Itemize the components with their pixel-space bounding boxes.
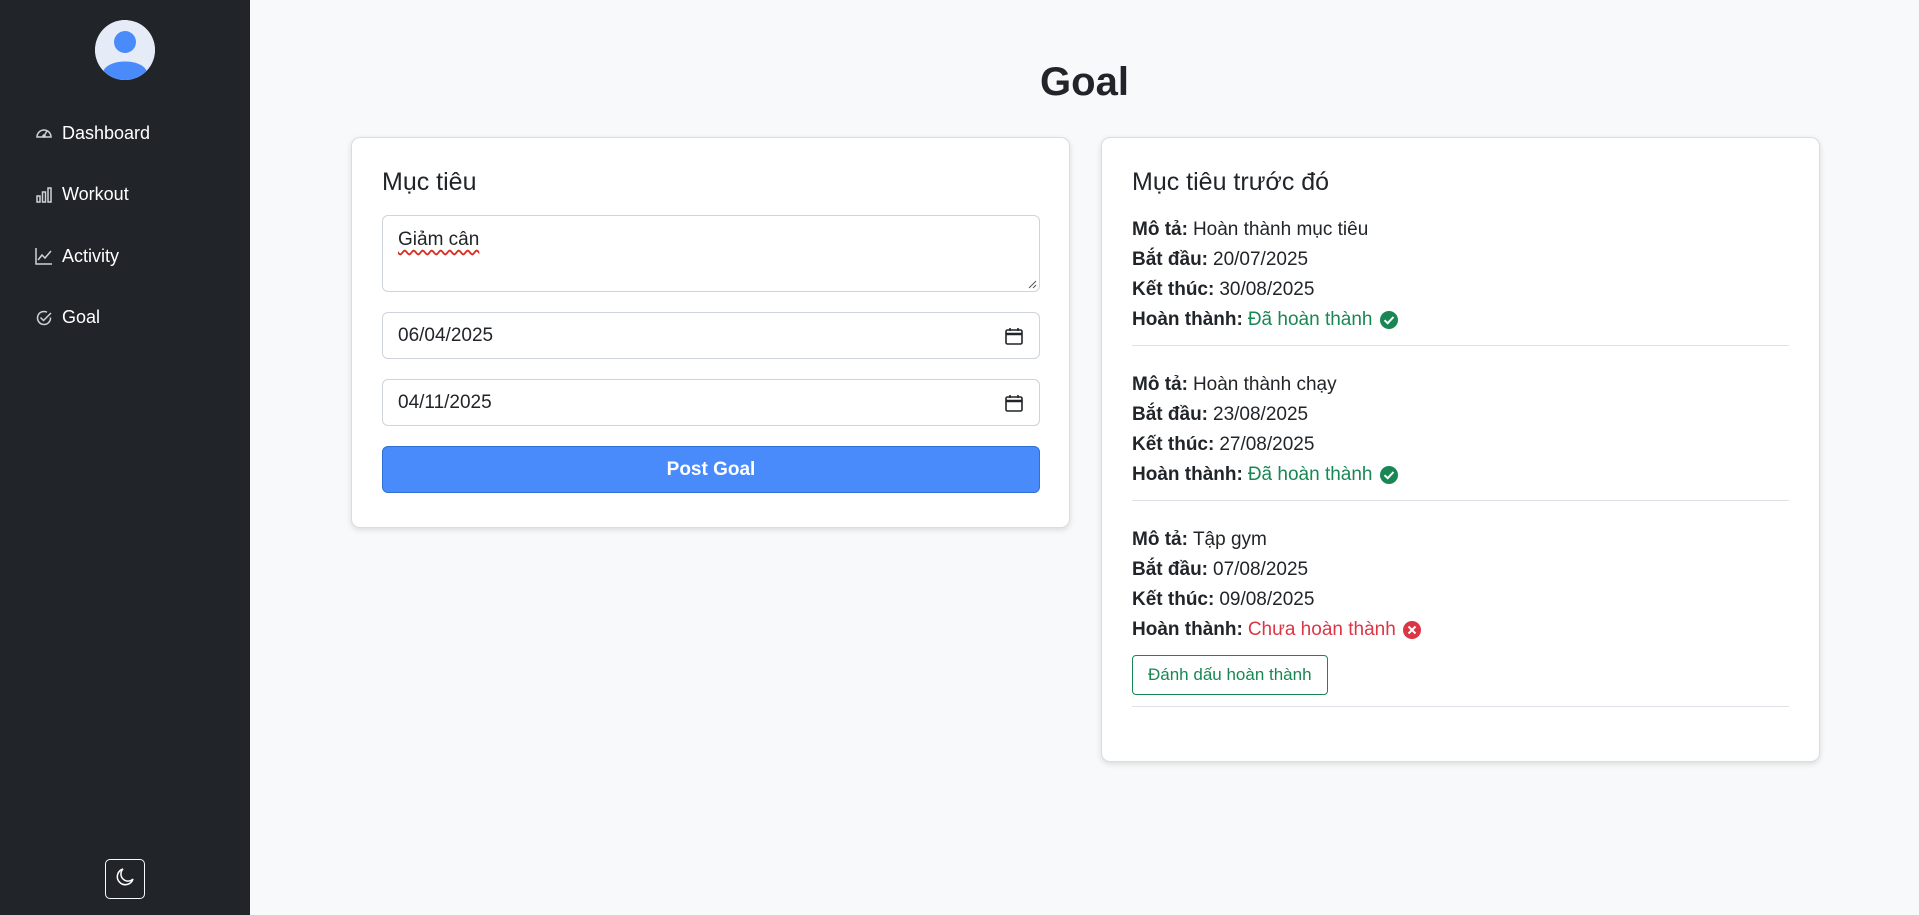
end-label: Kết thúc: — [1132, 589, 1215, 610]
goal-description: Hoàn thành chạy — [1192, 374, 1337, 395]
goal-description: Hoàn thành mục tiêu — [1192, 219, 1369, 240]
end-label: Kết thúc: — [1132, 279, 1215, 300]
user-avatar-icon[interactable] — [95, 20, 155, 80]
calendar-icon[interactable] — [1004, 326, 1024, 346]
sidebar-item-label: Activity — [62, 245, 120, 266]
goal-end: 09/08/2025 — [1219, 589, 1315, 610]
bar-chart-icon — [34, 185, 54, 205]
sidebar-nav: Dashboard Workout Activity Goal — [34, 118, 150, 364]
goal-description-row: Mô tả: Tập gym — [1132, 525, 1789, 555]
goal-start: 23/08/2025 — [1213, 404, 1309, 425]
form-title: Mục tiêu — [382, 168, 477, 196]
end-label: Kết thúc: — [1132, 434, 1215, 455]
goal-status: Đã hoàn thành — [1247, 464, 1373, 485]
goal-end: 30/08/2025 — [1219, 279, 1315, 300]
start-label: Bắt đầu: — [1132, 249, 1208, 270]
goal-end-row: Kết thúc: 09/08/2025 — [1132, 585, 1789, 615]
goal-end-row: Kết thúc: 27/08/2025 — [1132, 430, 1789, 460]
description-label: Mô tả: — [1132, 374, 1188, 395]
sidebar-item-goal[interactable]: Goal — [34, 303, 150, 333]
page-title: Goal — [1040, 60, 1129, 104]
description-label: Mô tả: — [1132, 219, 1188, 240]
description-label: Mô tả: — [1132, 529, 1188, 550]
start-date-input[interactable]: 06/04/2025 — [382, 312, 1040, 359]
sidebar-item-workout[interactable]: Workout — [34, 180, 150, 210]
previous-goals-card: Mục tiêu trước đó Mô tả: Hoàn thành mục t… — [1101, 137, 1820, 762]
mark-complete-button[interactable]: Đánh dấu hoàn thành — [1132, 655, 1328, 695]
description-value: Giảm cân — [398, 229, 480, 250]
goal-list-item: Mô tả: Tập gym Bắt đầu: 07/08/2025 Kết thú… — [1132, 525, 1789, 707]
app-root: Dashboard Workout Activity Goal Goal Mục… — [0, 0, 1919, 915]
sidebar-item-label: Goal — [62, 307, 101, 327]
previous-goals-title: Mục tiêu trước đó — [1132, 168, 1330, 196]
line-chart-icon — [34, 246, 54, 266]
x-circle-filled-icon — [1402, 621, 1421, 639]
goal-start-row: Bắt đầu: 23/08/2025 — [1132, 400, 1789, 430]
goal-status-row: Hoàn thành: Đã hoàn thành — [1132, 305, 1789, 335]
done-label: Hoàn thành: — [1132, 619, 1243, 640]
goal-description-input[interactable]: Giảm cân — [382, 215, 1040, 292]
goal-end-row: Kết thúc: 30/08/2025 — [1132, 275, 1789, 305]
check-circle-filled-icon — [1379, 311, 1398, 329]
start-label: Bắt đầu: — [1132, 404, 1208, 425]
done-label: Hoàn thành: — [1132, 464, 1243, 485]
goal-status-row: Hoàn thành: Chưa hoàn thành — [1132, 615, 1789, 645]
goal-status: Đã hoàn thành — [1247, 309, 1373, 330]
start-label: Bắt đầu: — [1132, 559, 1208, 580]
resize-grip-icon[interactable] — [1027, 279, 1037, 289]
sidebar-item-label: Dashboard — [62, 122, 151, 143]
goal-description-row: Mô tả: Hoàn thành mục tiêu — [1132, 215, 1789, 245]
goal-status-row: Hoàn thành: Đã hoàn thành — [1132, 460, 1789, 490]
post-goal-button[interactable]: Post Goal — [382, 446, 1040, 493]
goal-status: Chưa hoàn thành — [1247, 619, 1396, 640]
theme-toggle-button[interactable] — [105, 859, 145, 899]
moon-icon — [115, 867, 135, 892]
check-circle-filled-icon — [1379, 466, 1398, 484]
mark-complete-wrap: Đánh dấu hoàn thành — [1132, 645, 1789, 695]
goal-start: 07/08/2025 — [1213, 559, 1309, 580]
done-label: Hoàn thành: — [1132, 309, 1243, 330]
goal-start-row: Bắt đầu: 07/08/2025 — [1132, 555, 1789, 585]
goal-end: 27/08/2025 — [1219, 434, 1315, 455]
end-date-value: 04/11/2025 — [398, 391, 492, 413]
goal-description-row: Mô tả: Hoàn thành chạy — [1132, 370, 1789, 400]
goal-form-card: Mục tiêu Giảm cân 06/04/2025 04/11/2025 — [351, 137, 1070, 528]
goal-description: Tập gym — [1192, 529, 1267, 550]
main-content: Goal Mục tiêu Giảm cân 06/04/2025 04/11/… — [250, 0, 1919, 915]
goal-start: 20/07/2025 — [1213, 249, 1309, 270]
goal-list-item: Mô tả: Hoàn thành chạy Bắt đầu: 23/08/2025… — [1132, 370, 1789, 501]
calendar-icon[interactable] — [1004, 393, 1024, 413]
speedometer-icon — [34, 123, 54, 143]
start-date-value: 06/04/2025 — [398, 324, 494, 346]
goal-start-row: Bắt đầu: 20/07/2025 — [1132, 245, 1789, 275]
goal-list-item: Mô tả: Hoàn thành mục tiêu Bắt đầu: 20/07/… — [1132, 215, 1789, 346]
sidebar-item-activity[interactable]: Activity — [34, 241, 150, 271]
check-circle-icon — [34, 308, 54, 328]
sidebar-item-dashboard[interactable]: Dashboard — [34, 118, 150, 148]
sidebar-item-label: Workout — [62, 184, 129, 204]
end-date-input[interactable]: 04/11/2025 — [382, 379, 1040, 426]
sidebar: Dashboard Workout Activity Goal — [0, 0, 250, 915]
